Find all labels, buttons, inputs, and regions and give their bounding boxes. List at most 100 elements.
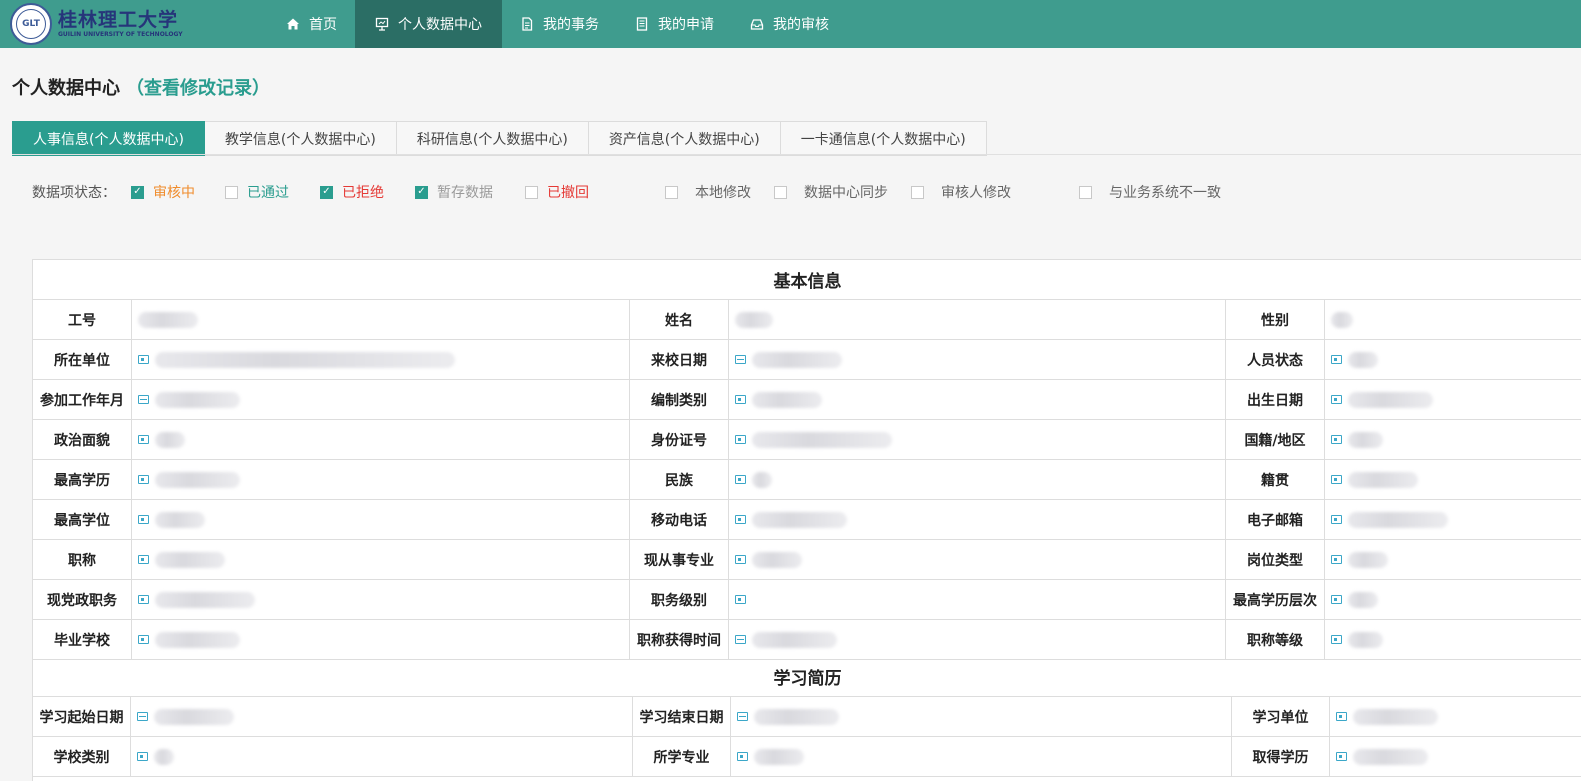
calendar-icon[interactable] [137,712,148,721]
edit-card-icon[interactable] [1331,555,1342,564]
edit-card-icon[interactable] [735,475,746,484]
edit-card-icon[interactable] [138,515,149,524]
edit-card-icon[interactable] [137,752,148,761]
status-filter-reviewing[interactable]: ✓ 审核中 [131,182,195,202]
edit-card-icon[interactable] [735,435,746,444]
field-value[interactable] [132,540,630,579]
edit-card-icon[interactable] [1331,475,1342,484]
edit-card-icon[interactable] [1331,635,1342,644]
edit-card-icon[interactable] [1336,752,1347,761]
tab-asset-info[interactable]: 资产信息(个人数据中心) [588,121,781,156]
edit-card-icon[interactable] [138,595,149,604]
checkbox-datacenter-sync[interactable] [774,185,787,199]
edit-card-icon[interactable] [138,475,149,484]
tab-personnel-info[interactable]: 人事信息(个人数据中心) [12,121,205,156]
status-filter-withdrawn[interactable]: 已撤回 [525,182,589,202]
field-value[interactable] [729,380,1226,419]
field-label: 最高学位 [33,500,132,539]
field-value[interactable] [1325,420,1581,459]
field-value[interactable] [1325,300,1581,339]
field-value[interactable] [729,300,1226,339]
edit-card-icon[interactable] [138,435,149,444]
field-value[interactable] [132,300,630,339]
edit-card-icon[interactable] [1331,435,1342,444]
field-value[interactable] [1325,340,1581,379]
field-value[interactable] [1325,580,1581,619]
field-value[interactable] [1325,460,1581,499]
field-value[interactable] [729,500,1226,539]
field-value[interactable] [1325,500,1581,539]
checkbox-inconsistent[interactable] [1079,185,1092,199]
field-value[interactable] [729,460,1226,499]
field-value[interactable] [729,420,1226,459]
redacted-value [154,748,174,765]
edit-card-icon[interactable] [138,635,149,644]
checkbox-reviewer-modified[interactable] [911,185,924,199]
status-filter-datacenter-sync[interactable]: 数据中心同步 [774,182,888,202]
edit-card-icon[interactable] [1336,712,1347,721]
tab-teaching-info[interactable]: 教学信息(个人数据中心) [204,121,397,156]
field-value[interactable] [1325,380,1581,419]
status-filter-approved[interactable]: 已通过 [225,182,289,202]
calendar-icon[interactable] [735,355,746,364]
field-value[interactable] [131,737,633,776]
nav-home[interactable]: 首页 [268,0,355,48]
calendar-icon[interactable] [737,712,748,721]
checkbox-draft[interactable]: ✓ [415,185,428,199]
field-value[interactable] [132,420,630,459]
edit-card-icon[interactable] [735,555,746,564]
edit-card-icon[interactable] [1331,355,1342,364]
field-value[interactable] [132,460,630,499]
edit-card-icon[interactable] [1331,395,1342,404]
checkbox-reviewing[interactable]: ✓ [131,185,144,199]
nav-my-reviews[interactable]: 我的审核 [732,0,847,48]
field-value[interactable] [132,500,630,539]
field-label: 职称获得时间 [630,620,729,659]
status-filter-local-modified[interactable]: 本地修改 [665,182,751,202]
field-value[interactable] [729,340,1226,379]
checkbox-approved[interactable] [225,185,238,199]
nav-my-affairs[interactable]: 我的事务 [502,0,617,48]
field-value[interactable] [729,540,1226,579]
field-value[interactable] [731,737,1232,776]
checkbox-withdrawn[interactable] [525,185,538,199]
tab-campus-card-info[interactable]: 一卡通信息(个人数据中心) [780,121,987,156]
edit-card-icon[interactable] [138,355,149,364]
view-change-history-link[interactable]: （查看修改记录） [126,78,270,99]
redacted-value [1348,431,1383,448]
edit-card-icon[interactable] [1331,595,1342,604]
status-filter-rejected[interactable]: ✓ 已拒绝 [320,182,384,202]
field-value[interactable] [1330,737,1581,776]
edit-card-icon[interactable] [735,515,746,524]
edit-card-icon[interactable] [735,595,746,604]
redacted-value [752,551,802,568]
nav-my-applications[interactable]: 我的申请 [617,0,732,48]
edit-card-icon[interactable] [138,555,149,564]
field-value[interactable] [132,380,630,419]
checkbox-rejected[interactable]: ✓ [320,185,333,199]
field-value[interactable] [131,697,633,736]
edit-card-icon[interactable] [735,395,746,404]
nav-personal-data-center[interactable]: 个人数据中心 [355,0,502,48]
status-filter-reviewer-modified[interactable]: 审核人修改 [911,182,1011,202]
edit-card-icon[interactable] [737,752,748,761]
checkbox-local-modified[interactable] [665,185,678,199]
field-value[interactable] [1330,697,1581,736]
edit-card-icon[interactable] [1331,515,1342,524]
field-value[interactable] [132,580,630,619]
field-value[interactable] [731,697,1232,736]
calendar-icon[interactable] [138,395,149,404]
university-logo[interactable]: GLT 桂林理工大学 GUILIN UNIVERSITY OF TECHNOLO… [10,3,183,45]
field-value[interactable] [1325,540,1581,579]
field-value[interactable] [132,620,630,659]
status-filter-inconsistent[interactable]: 与业务系统不一致 [1079,182,1221,202]
calendar-icon[interactable] [735,635,746,644]
field-value[interactable] [132,340,630,379]
tab-research-info[interactable]: 科研信息(个人数据中心) [396,121,589,156]
field-value[interactable] [1325,620,1581,659]
field-value[interactable] [729,580,1226,619]
field-label: 现党政职务 [33,580,132,619]
status-filter-draft[interactable]: ✓ 暂存数据 [415,182,493,202]
field-value[interactable] [729,620,1226,659]
field-label: 籍贯 [1226,460,1325,499]
